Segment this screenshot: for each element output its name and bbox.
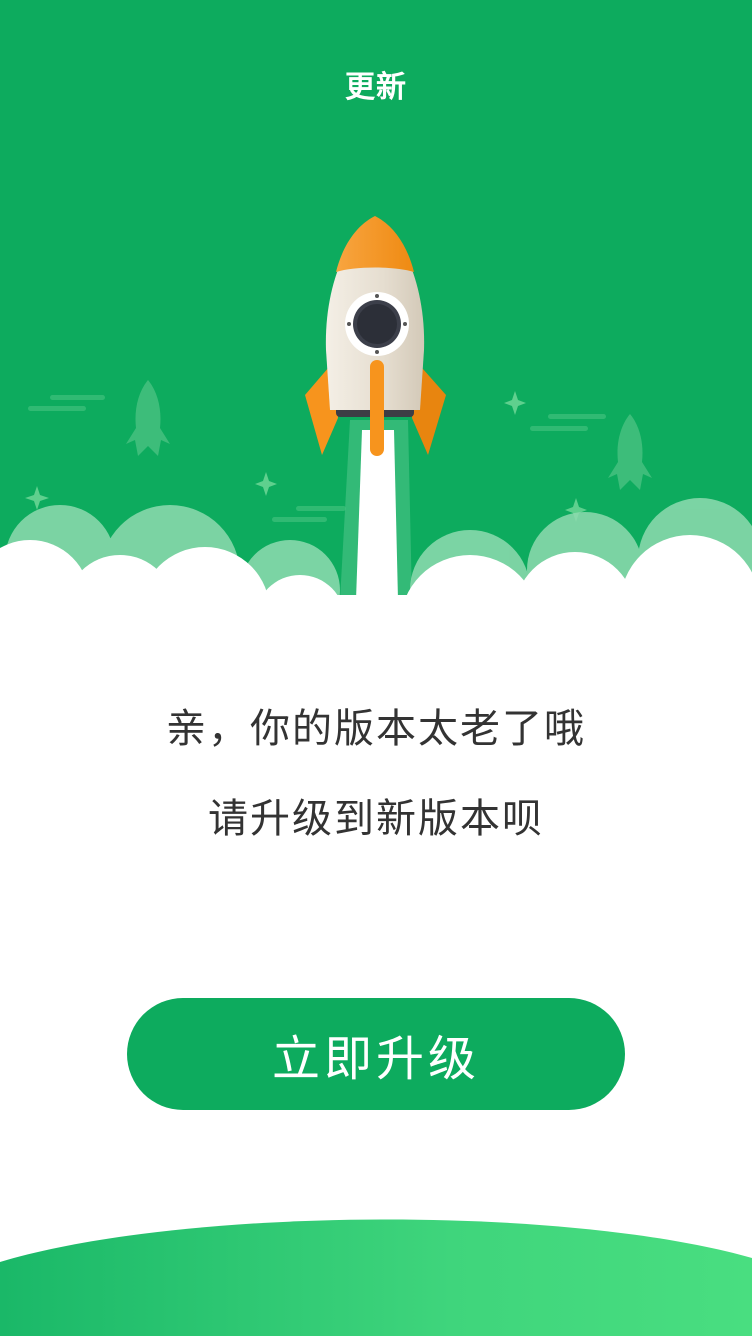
page-title: 更新 [345, 70, 407, 105]
upgrade-now-button[interactable]: 立即升级 [127, 998, 625, 1110]
hero-banner: 更新 [0, 0, 752, 600]
footer-wave [0, 1200, 752, 1336]
outdated-version-message: 亲，你的版本太老了哦 [166, 706, 586, 752]
upgrade-prompt-message: 请升级到新版本呗 [208, 796, 544, 842]
